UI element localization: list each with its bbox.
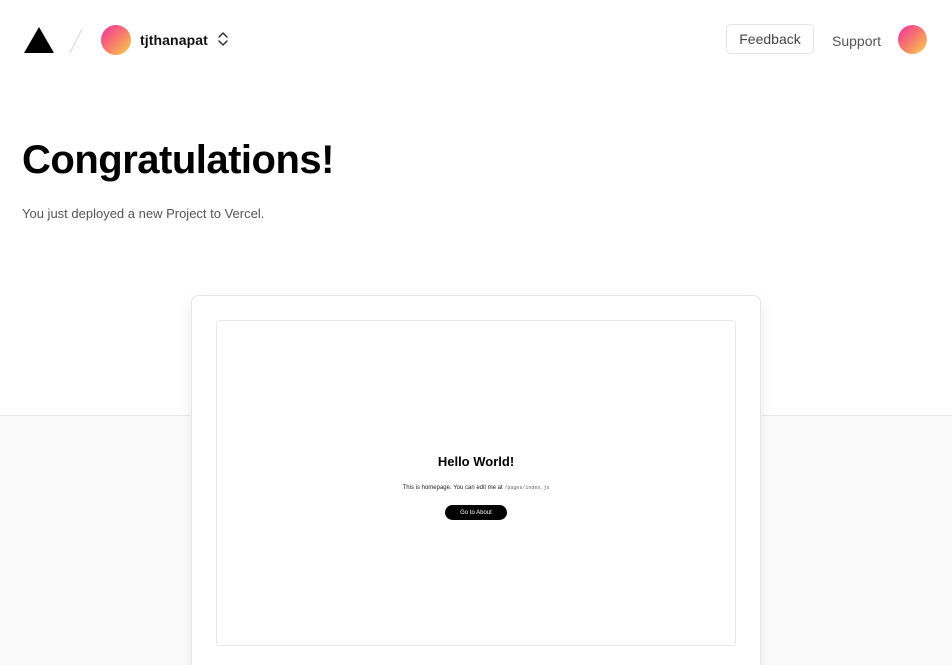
preview-heading: Hello World! <box>437 454 515 469</box>
breadcrumb-slash-icon <box>69 28 83 54</box>
preview-path: /pages/index.js <box>504 485 550 491</box>
chevron-up-down-icon[interactable] <box>216 30 230 48</box>
page-subtitle: You just deployed a new Project to Verce… <box>22 206 265 221</box>
team-name[interactable]: tjthanapat <box>140 32 208 48</box>
preview-text-label: This is homepage. You can edit me at <box>402 485 503 491</box>
feedback-button[interactable]: Feedback <box>726 24 814 54</box>
top-nav: tjthanapat Feedback Support <box>0 0 952 80</box>
support-link[interactable]: Support <box>832 33 881 49</box>
preview-go-to-about-button: Go to About <box>445 505 507 520</box>
page: tjthanapat Feedback Support Congratulati… <box>0 0 952 665</box>
deployment-preview-card[interactable]: Hello World! This is homepage. You can e… <box>191 295 761 665</box>
deployment-screenshot[interactable]: Hello World! This is homepage. You can e… <box>216 320 736 646</box>
vercel-logo-icon[interactable] <box>24 27 54 53</box>
team-avatar[interactable] <box>101 25 131 55</box>
preview-text: This is homepage. You can edit me at /pa… <box>217 485 735 491</box>
user-avatar[interactable] <box>898 25 927 54</box>
page-title: Congratulations! <box>22 138 334 182</box>
